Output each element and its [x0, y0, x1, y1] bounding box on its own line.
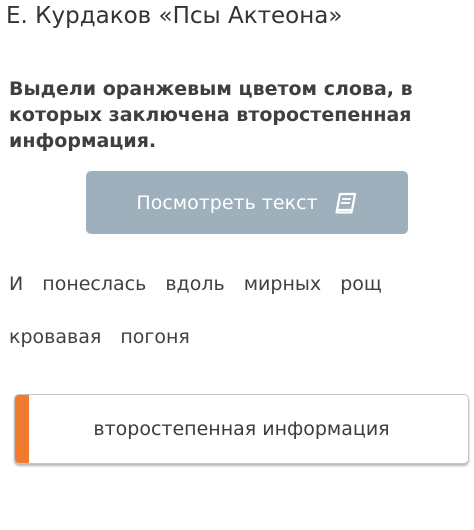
- word-token[interactable]: понеслась: [42, 271, 146, 297]
- sentence-line-2: кровавая погоня: [9, 324, 203, 350]
- orange-color-marker: [15, 395, 29, 463]
- page-title: Е. Курдаков «Псы Актеона»: [6, 3, 343, 29]
- word-token[interactable]: вдоль: [165, 271, 224, 297]
- word-token[interactable]: кровавая: [9, 324, 101, 350]
- book-icon: [334, 192, 358, 214]
- word-token[interactable]: И: [9, 271, 23, 297]
- word-token[interactable]: мирных: [244, 271, 321, 297]
- task-prompt: Выдели оранжевым цветом слова, в которых…: [9, 78, 413, 152]
- word-token[interactable]: рощ: [340, 271, 382, 297]
- sentence-line-1: И понеслась вдоль мирных рощ: [9, 271, 395, 297]
- word-token[interactable]: погоня: [120, 324, 190, 350]
- answer-option-label: второстепенная информация: [93, 418, 390, 440]
- show-text-button-label: Посмотреть текст: [136, 191, 318, 214]
- answer-option-card[interactable]: второстепенная информация: [14, 394, 469, 464]
- show-text-button[interactable]: Посмотреть текст: [86, 171, 408, 234]
